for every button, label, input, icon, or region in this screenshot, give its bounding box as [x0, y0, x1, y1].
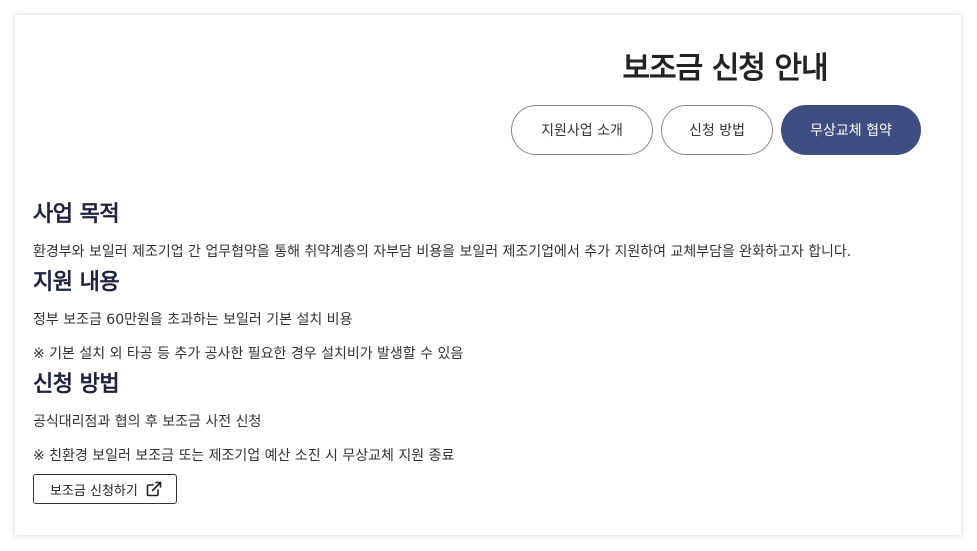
apply-subsidy-button[interactable]: 보조금 신청하기	[33, 474, 177, 504]
tab-free-replacement[interactable]: 무상교체 협약	[781, 105, 921, 155]
section-heading-support: 지원 내용	[33, 270, 120, 295]
tab-bar: 지원사업 소개 신청 방법 무상교체 협약	[511, 105, 921, 155]
apply-text: 공식대리점과 협의 후 보조금 사전 신청	[33, 414, 262, 430]
section-heading-apply: 신청 방법	[33, 372, 120, 397]
support-text: 정부 보조금 60만원을 초과하는 보일러 기본 설치 비용	[33, 312, 353, 328]
external-link-icon	[146, 481, 162, 497]
tab-program-intro[interactable]: 지원사업 소개	[511, 105, 653, 155]
support-note: ※ 기본 설치 외 타공 등 추가 공사한 필요한 경우 설치비가 발생할 수 …	[33, 346, 464, 362]
apply-subsidy-button-label: 보조금 신청하기	[50, 483, 138, 499]
page-title: 보조금 신청 안내	[622, 51, 828, 86]
purpose-text: 환경부와 보일러 제조기업 간 업무협약을 통해 취약계층의 자부담 비용을 보…	[33, 244, 852, 260]
tab-how-to-apply[interactable]: 신청 방법	[661, 105, 773, 155]
content-card: 보조금 신청 안내 지원사업 소개 신청 방법 무상교체 협약 사업 목적 환경…	[15, 15, 961, 535]
main-content: 사업 목적 환경부와 보일러 제조기업 간 업무협약을 통해 취약계층의 자부담…	[33, 200, 953, 504]
apply-note: ※ 친환경 보일러 보조금 또는 제조기업 예산 소진 시 무상교체 지원 종료	[33, 448, 455, 464]
section-heading-purpose: 사업 목적	[33, 202, 120, 227]
